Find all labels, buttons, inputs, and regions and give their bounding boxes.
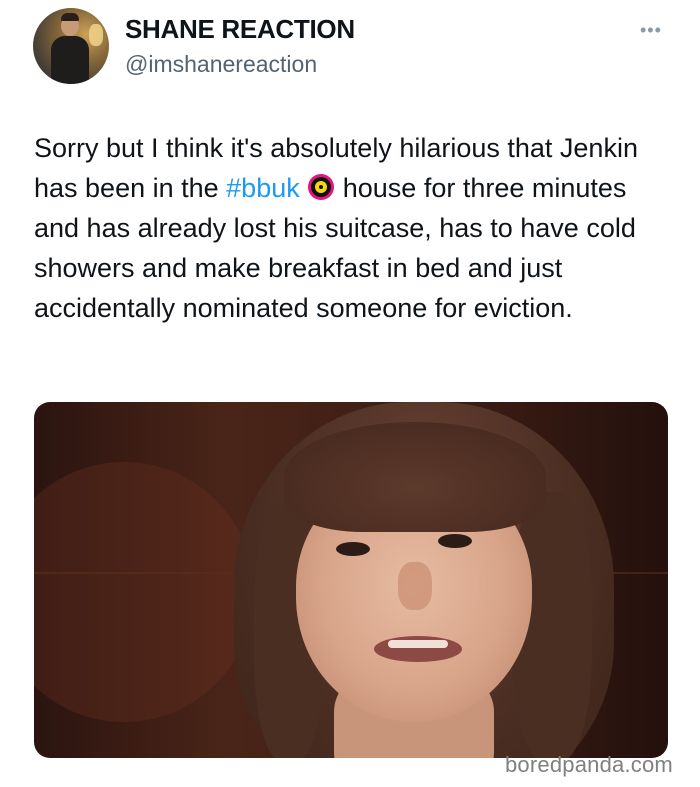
avatar-lamp — [89, 24, 103, 46]
avatar-body — [51, 36, 89, 84]
more-options-icon[interactable]: ••• — [640, 20, 662, 41]
avatar[interactable] — [33, 8, 109, 84]
eye-left — [336, 542, 370, 556]
big-brother-eye-icon — [308, 174, 335, 200]
tweet-media-photo[interactable] — [34, 402, 668, 758]
display-name[interactable]: SHANE REACTION — [125, 14, 355, 45]
nose — [398, 562, 432, 610]
teeth — [388, 640, 448, 648]
tweet-text: Sorry but I think it's absolutely hilari… — [34, 128, 674, 328]
avatar-hair — [61, 13, 79, 21]
watermark: boredpanda.com — [505, 752, 673, 777]
user-handle[interactable]: @imshanereaction — [125, 51, 317, 78]
eye-right — [438, 534, 472, 548]
hashtag-link[interactable]: #bbuk — [226, 173, 300, 203]
tweet-header: SHANE REACTION @imshanereaction ••• — [0, 0, 700, 100]
hair-bangs — [284, 422, 546, 532]
background-glow — [34, 462, 254, 722]
